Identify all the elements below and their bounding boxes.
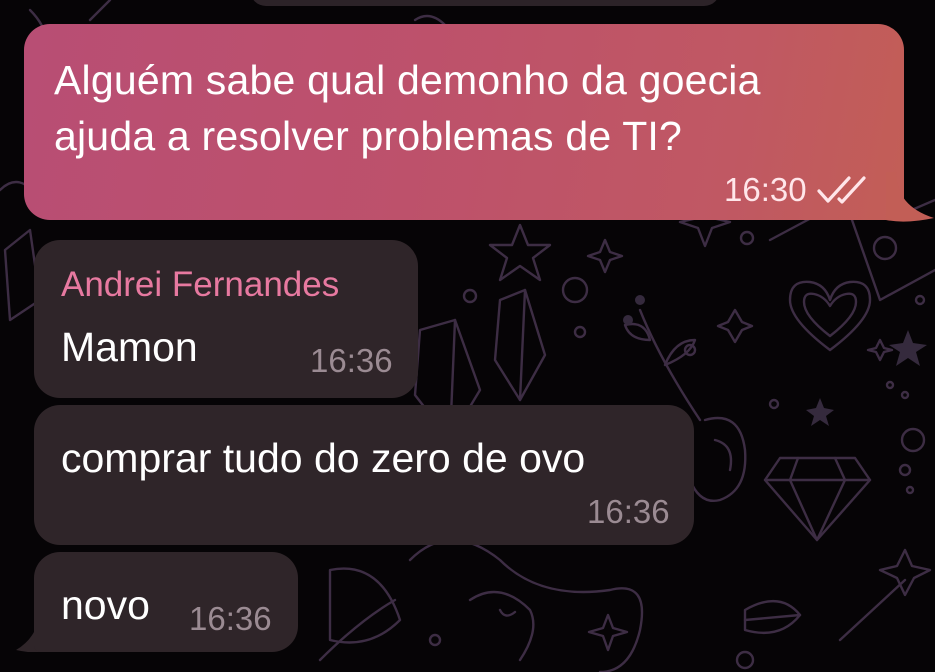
chat-view[interactable]: Alguém sabe qual demonho da goecia ajuda… <box>0 0 935 672</box>
incoming-message-text: Mamon <box>61 324 198 370</box>
incoming-message[interactable]: novo 16:36 <box>34 552 298 652</box>
previous-message-edge <box>250 0 720 6</box>
outgoing-message[interactable]: Alguém sabe qual demonho da goecia ajuda… <box>24 24 935 224</box>
double-check-icon <box>816 176 866 204</box>
incoming-message[interactable]: comprar tudo do zero de ovo 16:36 <box>34 405 694 545</box>
outgoing-message-text: Alguém sabe qual demonho da goecia ajuda… <box>54 57 761 159</box>
message-time: 16:30 <box>724 171 807 208</box>
message-time: 16:36 <box>310 342 393 379</box>
message-time: 16:36 <box>189 600 272 637</box>
outgoing-message-meta: 16:30 <box>724 170 871 210</box>
message-time: 16:36 <box>587 493 670 530</box>
sender-name[interactable]: Andrei Fernandes <box>61 265 339 305</box>
incoming-message[interactable]: Andrei Fernandes Mamon 16:36 <box>34 240 418 398</box>
incoming-message-text: comprar tudo do zero de ovo <box>61 435 586 481</box>
incoming-message-text: novo <box>61 582 150 628</box>
outgoing-bubble-tail <box>886 172 934 222</box>
